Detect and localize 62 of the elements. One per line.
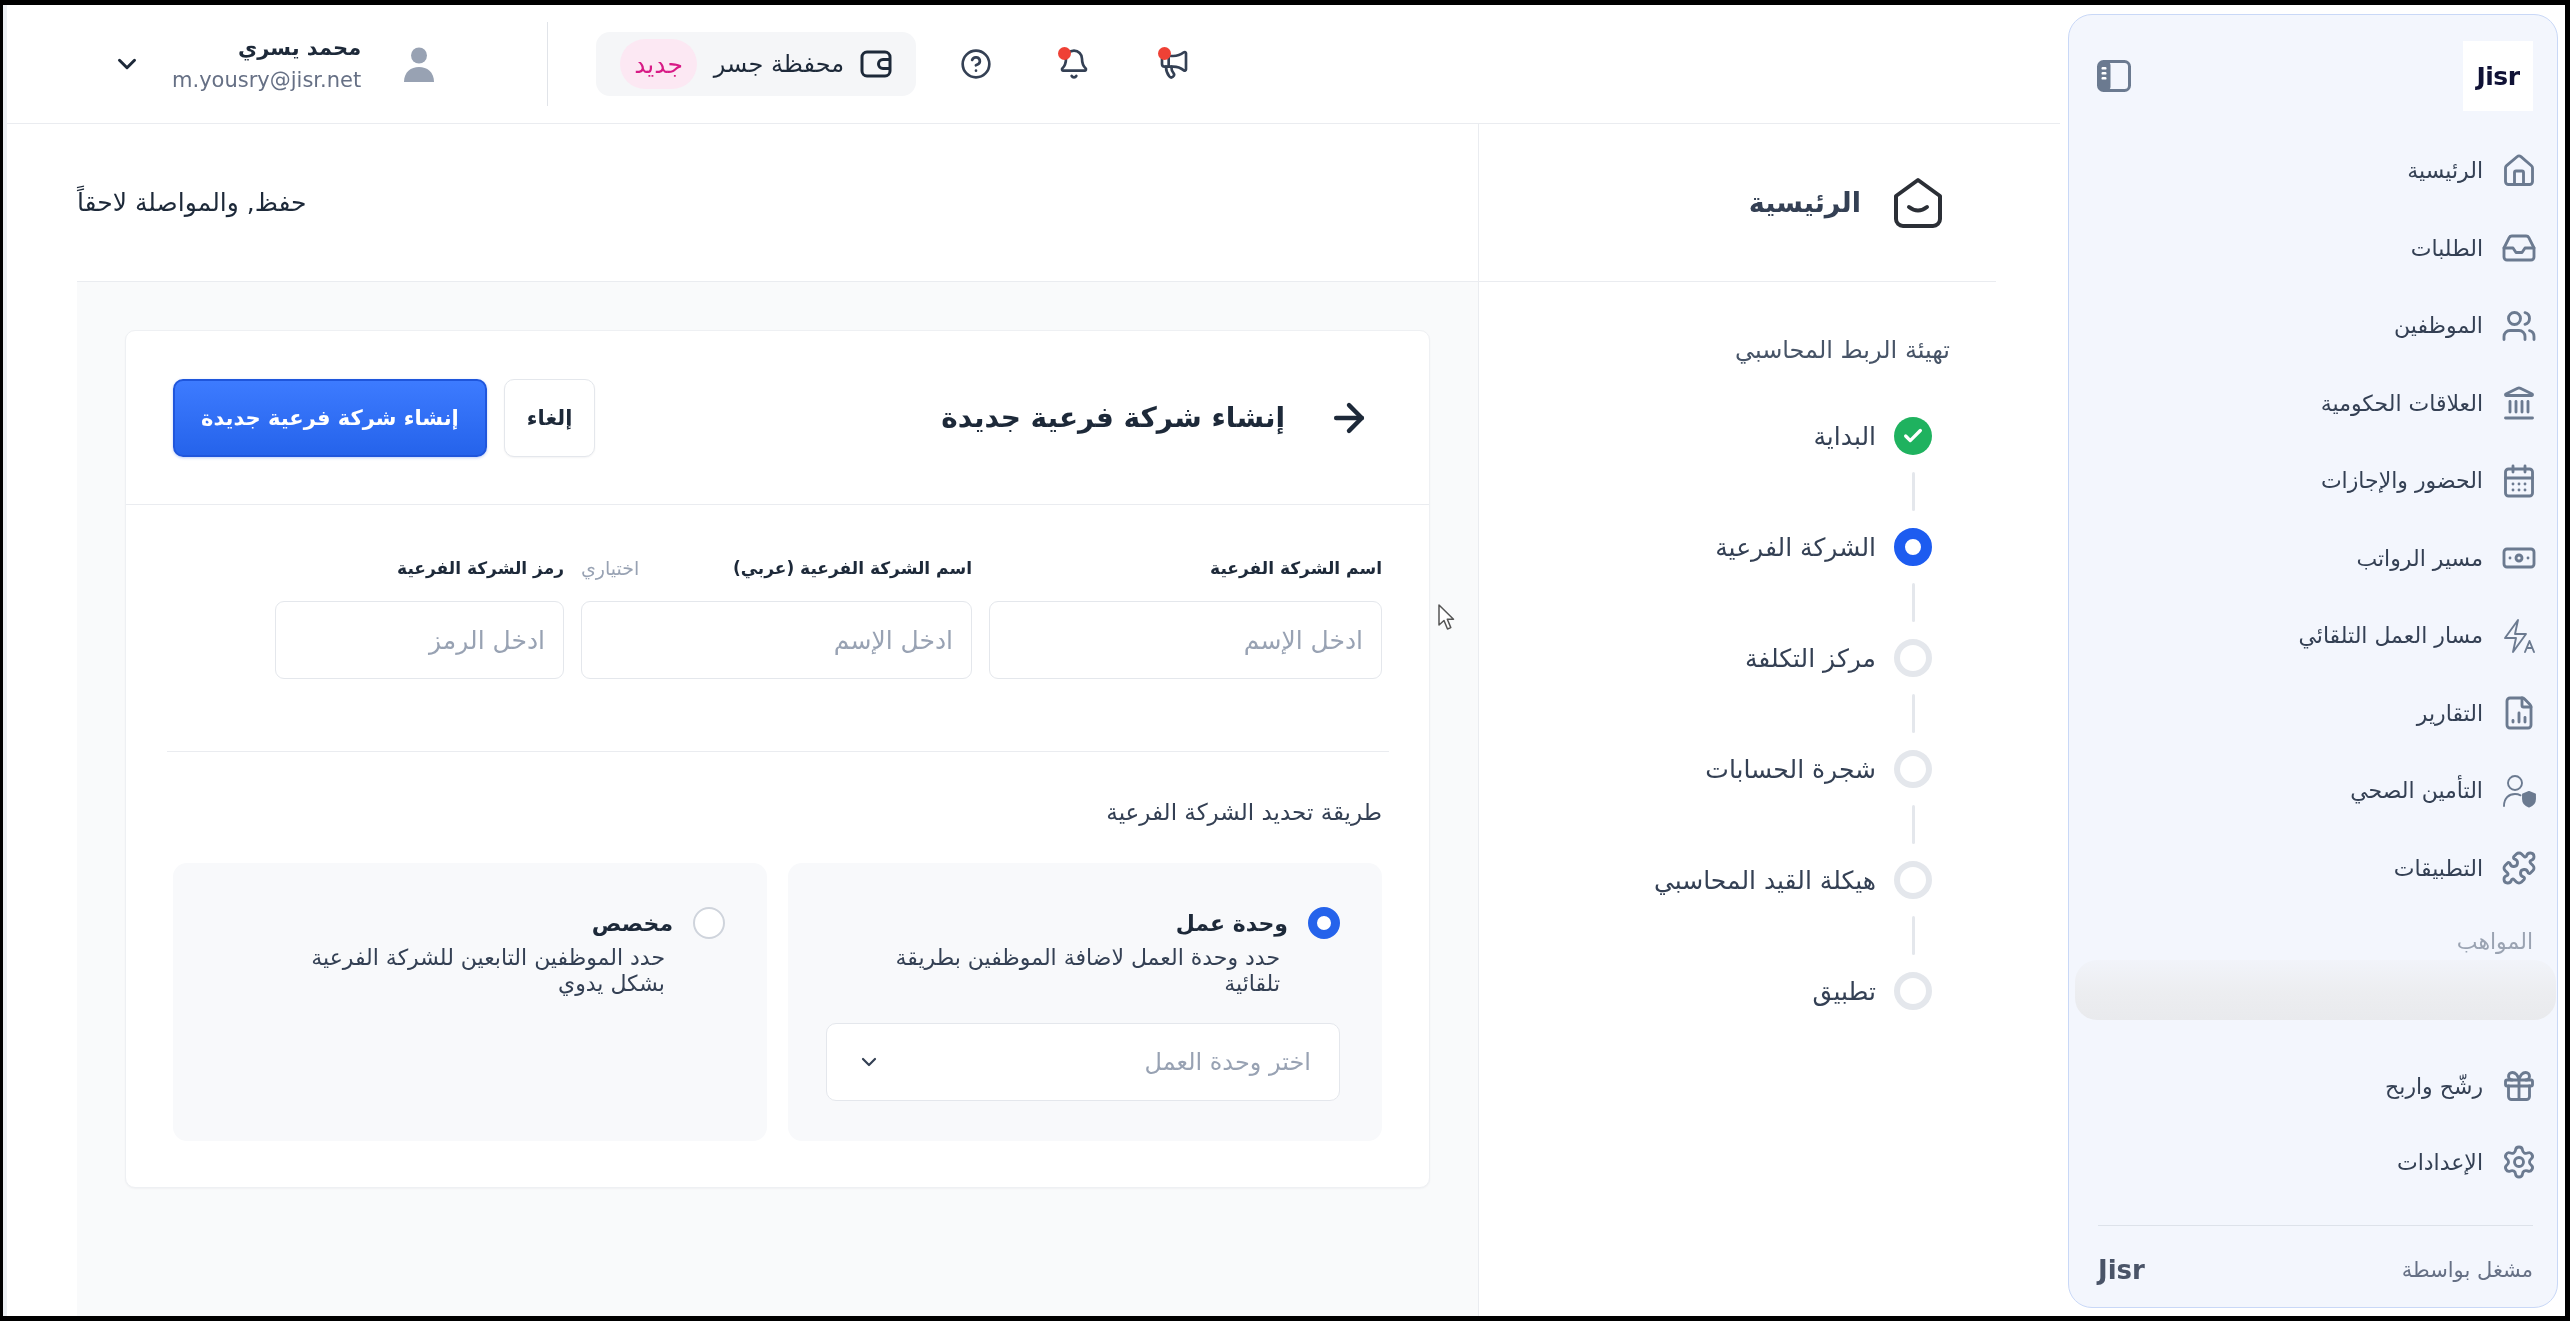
section-label: المواهب [2456, 928, 2533, 956]
form-title: إنشاء شركة فرعية جديدة [941, 401, 1285, 434]
avatar-icon [402, 46, 437, 82]
steps-subtitle: تهيئة الربط المحاسبي [1734, 335, 1950, 366]
cancel-button[interactable]: إلغاء [503, 378, 596, 457]
calendar-icon [2501, 462, 2537, 499]
nav-item[interactable]: التأمين الصحي [2350, 752, 2537, 830]
nav-item[interactable]: الطلبات [2410, 209, 2537, 287]
nav-item[interactable]: الحضور والإجازات [2320, 442, 2537, 520]
puzzle-icon [2501, 850, 2537, 887]
page-title: الرئيسية [1748, 187, 1861, 218]
text-input[interactable]: ادخل الإسم [989, 601, 1382, 679]
nav-item[interactable]: العلاقات الحكومية [2320, 364, 2537, 442]
step-label: مركز التكلفة [1744, 643, 1876, 673]
step-label: هيكلة القيد المحاسبي [1653, 865, 1876, 895]
step-label: الشركة الفرعية [1715, 532, 1876, 562]
empty-step-icon [1894, 861, 1932, 899]
nav-item[interactable]: رشّح واربح [2385, 1048, 2537, 1124]
field-label: رمز الشركة الفرعية [397, 558, 564, 578]
nav-item[interactable]: الرئيسية [2407, 132, 2537, 210]
wallet-button[interactable]: محفظة جسر جديد [596, 32, 917, 96]
gift-icon [2501, 1068, 2537, 1104]
app-logo: Jisr [2463, 41, 2533, 111]
user-shield-icon [2501, 772, 2537, 809]
help-icon[interactable] [960, 48, 993, 80]
option-description: حدد الموظفين التابعين للشركة الفرعية بشكل يدوي [310, 945, 665, 997]
home-icon [2501, 152, 2537, 189]
lightning-icon [2501, 617, 2537, 654]
section-label: طريقة تحديد الشركة الفرعية [1106, 799, 1382, 825]
home-smile-icon [1892, 176, 1944, 229]
field-label: اسم الشركة الفرعية (عربي) [732, 558, 972, 578]
optional-label: اختياري [581, 557, 640, 579]
nav-item[interactable]: التقارير [2416, 674, 2537, 752]
empty-step-icon [1894, 639, 1932, 677]
option-title: مخصص [591, 910, 673, 936]
nav-item[interactable]: مسير الرواتب [2356, 519, 2537, 597]
step-label: تطبيق [1812, 976, 1876, 1006]
nav-item[interactable]: مسار العمل التلقائي [2298, 597, 2537, 675]
new-badge: جديد [620, 39, 697, 89]
option-title: وحدة عمل [1175, 910, 1288, 936]
create-button[interactable]: إنشاء شركة فرعية جديدة [173, 378, 487, 457]
user-email: m.yousry@jisr.net [172, 67, 362, 94]
sidebar-toggle-icon[interactable] [2097, 60, 2131, 92]
nav-item[interactable]: الموظفين [2394, 287, 2537, 365]
field-label: اسم الشركة الفرعية [1210, 558, 1382, 578]
mouse-pointer-icon [1437, 603, 1457, 631]
option-description: حدد وحدة العمل لاضافة الموظفين بطريقة تلقائية [894, 945, 1280, 997]
text-input[interactable]: ادخل الرمز [275, 601, 564, 679]
footer-logo: Jisr [2098, 1255, 2145, 1285]
nav-item[interactable]: الإعدادات [2396, 1124, 2537, 1200]
step-label: البداية [1813, 421, 1876, 451]
wallet-icon [860, 50, 893, 78]
step-label: شجرة الحسابات [1705, 754, 1876, 784]
settings-icon [2501, 1144, 2537, 1180]
powered-by-text: مشغل بواسطة [2401, 1258, 2533, 1282]
user-name: محمد يسري [237, 35, 362, 63]
empty-step-icon [1894, 972, 1932, 1010]
nav-item[interactable]: التطبيقات [2393, 829, 2537, 907]
empty-step-icon [1894, 750, 1932, 788]
bank-building-icon [2501, 385, 2537, 422]
text-input[interactable]: ادخل الإسم [581, 601, 972, 679]
radio-button[interactable] [1308, 907, 1340, 939]
